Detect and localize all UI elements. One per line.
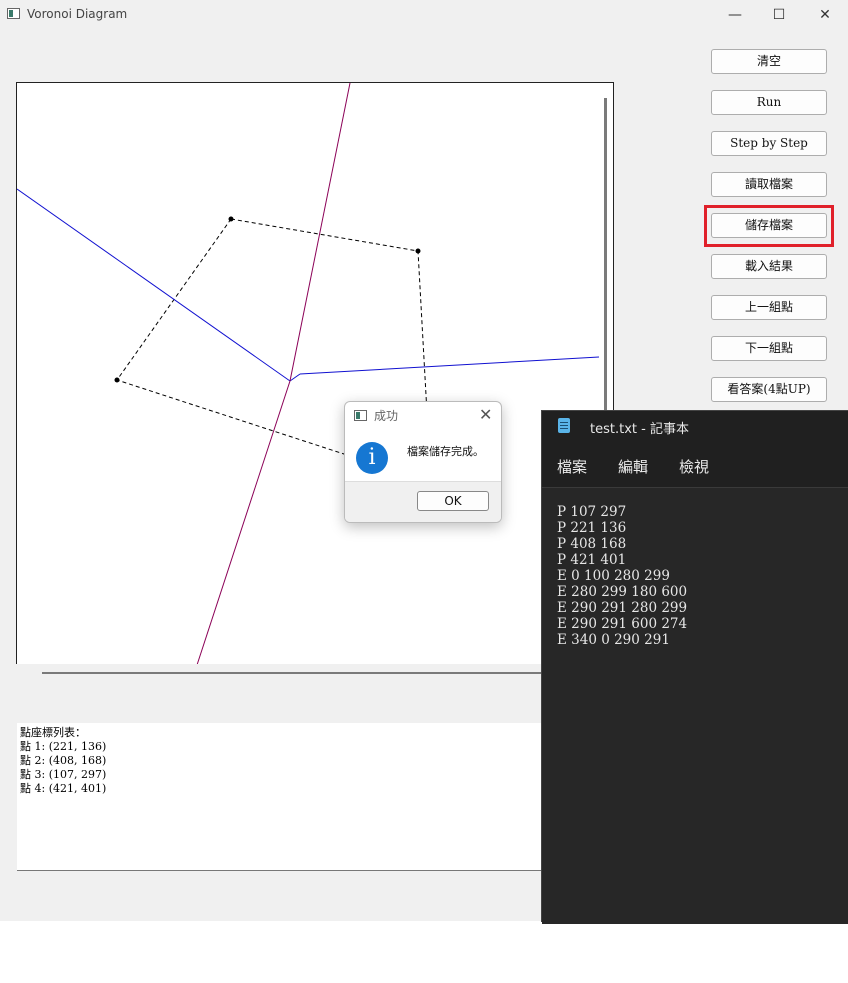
- notepad-text-area[interactable]: P 107 297 P 221 136 P 408 168 P 421 401 …: [542, 487, 848, 924]
- notepad-menu-bar: 檔案 編輯 檢視: [542, 443, 848, 487]
- voronoi-edge-purple: [289, 83, 351, 382]
- dialog-title: 成功: [374, 409, 399, 423]
- load-result-button[interactable]: 載入結果: [711, 254, 827, 279]
- notepad-content: P 107 297 P 221 136 P 408 168 P 421 401 …: [557, 504, 688, 648]
- site-point: [114, 377, 120, 383]
- drawing-canvas[interactable]: [16, 82, 614, 680]
- info-icon: i: [356, 442, 388, 474]
- previous-set-button[interactable]: 上一組點: [711, 295, 827, 320]
- voronoi-edge-purple: [196, 380, 291, 666]
- step-by-step-button[interactable]: Step by Step: [711, 131, 827, 156]
- coordinate-list-item: 點 3: (107, 297): [20, 768, 107, 781]
- view-answer-button[interactable]: 看答案(4點UP): [711, 377, 827, 402]
- voronoi-svg: [17, 83, 600, 666]
- coordinate-list-item: 點 2: (408, 168): [20, 754, 107, 767]
- dialog-message: 檔案儲存完成。: [407, 445, 484, 458]
- menu-file[interactable]: 檔案: [557, 456, 587, 477]
- load-file-button[interactable]: 讀取檔案: [711, 172, 827, 197]
- menu-view[interactable]: 檢視: [679, 456, 709, 477]
- hull-outline: [116, 218, 348, 456]
- dialog-app-icon: [354, 410, 367, 421]
- dialog-close-icon[interactable]: ✕: [479, 405, 492, 424]
- notepad-icon: [558, 418, 570, 433]
- success-dialog: 成功 ✕ i 檔案儲存完成。 OK: [344, 401, 502, 523]
- close-icon[interactable]: ✕: [810, 4, 840, 26]
- clear-button[interactable]: 清空: [711, 49, 827, 74]
- app-icon: [7, 8, 20, 19]
- site-point: [228, 216, 234, 222]
- coordinate-list-item: 點 1: (221, 136): [20, 740, 107, 753]
- ok-button[interactable]: OK: [417, 491, 489, 511]
- notepad-window: test.txt - 記事本 檔案 編輯 檢視 P 107 297 P 221 …: [541, 410, 848, 924]
- coordinate-list-heading: 點座標列表：: [20, 726, 86, 739]
- minimize-icon[interactable]: —: [720, 4, 750, 26]
- voronoi-edge-blue: [299, 356, 600, 375]
- coordinate-list-item: 點 4: (421, 401): [20, 782, 107, 795]
- menu-edit[interactable]: 編輯: [618, 456, 648, 477]
- title-bar: Voronoi Diagram — ☐ ✕: [0, 0, 848, 30]
- voronoi-edge-blue: [17, 188, 291, 382]
- hull-outline: [230, 218, 428, 414]
- window-title: Voronoi Diagram: [27, 7, 128, 21]
- maximize-icon[interactable]: ☐: [764, 4, 794, 26]
- horizontal-scrollbar[interactable]: [42, 672, 562, 674]
- run-button[interactable]: Run: [711, 90, 827, 115]
- save-button-highlight: [704, 205, 834, 247]
- site-point: [415, 248, 421, 254]
- coordinate-list: 點座標列表： 點 1: (221, 136) 點 2: (408, 168) 點…: [17, 723, 557, 871]
- notepad-title: test.txt - 記事本: [590, 422, 689, 437]
- next-set-button[interactable]: 下一組點: [711, 336, 827, 361]
- notepad-title-bar: test.txt - 記事本: [542, 411, 848, 443]
- dialog-footer: OK: [345, 481, 501, 522]
